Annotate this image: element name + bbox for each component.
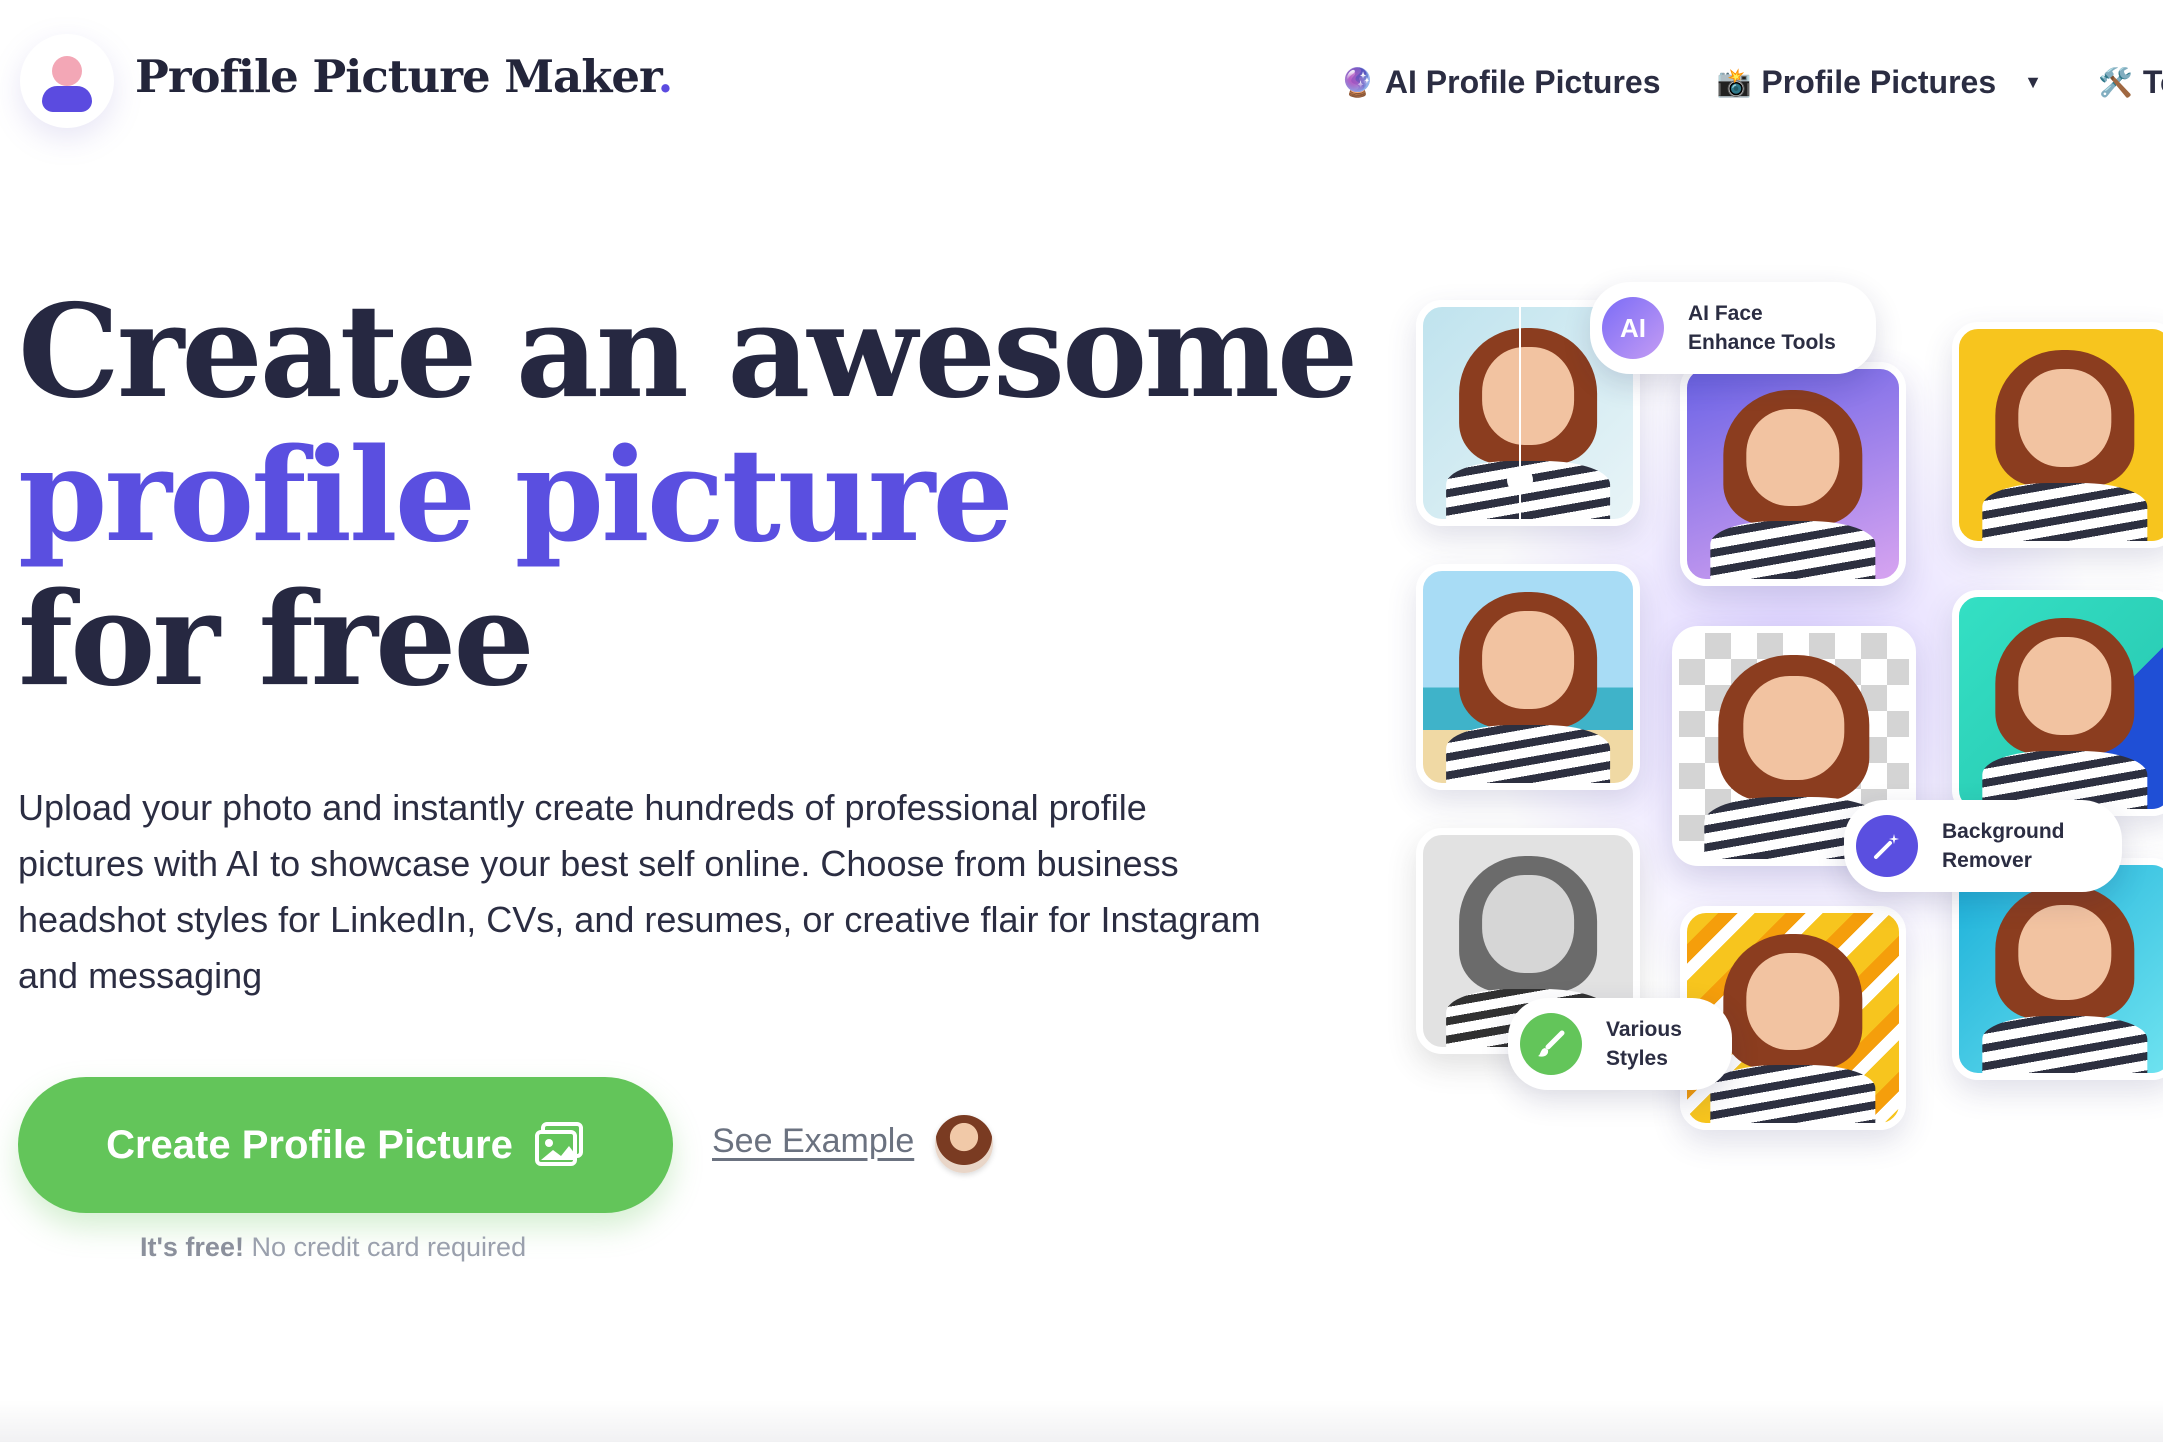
brush-icon [1520,1013,1582,1075]
nav-tools[interactable]: 🛠️ Tools [2098,64,2163,101]
free-note: It's free! No credit card required [140,1232,527,1262]
magic-wand-icon [1856,815,1918,877]
user-logo-icon [20,34,114,128]
badge-background-remover: Background Remover [1844,800,2122,892]
headline-line-1: Create an awesome [18,277,1358,427]
main-nav: 🔮 AI Profile Pictures 📸 Profile Pictures… [1340,64,2163,101]
nav-label: Profile Pictures [1761,64,1997,100]
example-avatar[interactable] [935,1115,993,1173]
tools-icon: 🛠️ [2097,67,2133,98]
crystal-ball-icon: 🔮 [1340,67,1375,98]
nav-profile-pictures[interactable]: 📸 Profile Pictures ▼ [1717,64,2042,101]
sample-photo-beach [1416,564,1640,790]
sample-photo-glitch [1952,322,2163,548]
hero-description: Upload your photo and instantly create h… [18,787,1261,996]
section-divider [0,1400,2163,1442]
sample-photo-teal [1952,590,2163,816]
brand-name[interactable]: Profile Picture Maker. [135,50,673,103]
camera-icon: 📸 [1716,67,1752,98]
create-profile-picture-button[interactable]: Create Profile Picture [18,1077,673,1213]
hero-headline: Create an awesome profile picture for fr… [18,277,1358,715]
nav-label: Tools [2142,64,2163,100]
headline-line-3: for free [18,565,535,715]
see-example-link[interactable]: See Example [712,1122,914,1161]
sample-photo-gradient [1680,362,1906,586]
nav-ai-profile-pictures[interactable]: 🔮 AI Profile Pictures [1340,64,1661,101]
nav-label: AI Profile Pictures [1384,64,1661,100]
image-icon [534,1122,583,1166]
caret-down-icon: ▼ [2024,72,2042,92]
headline-line-2: profile picture [18,421,1014,571]
badge-ai-face-enhance: AI AI Face Enhance Tools [1590,282,1876,374]
badge-various-styles: Various Styles [1508,998,1732,1090]
ai-icon: AI [1602,297,1664,359]
cta-label: Create Profile Picture [106,1122,513,1167]
logo-link[interactable] [20,34,114,128]
